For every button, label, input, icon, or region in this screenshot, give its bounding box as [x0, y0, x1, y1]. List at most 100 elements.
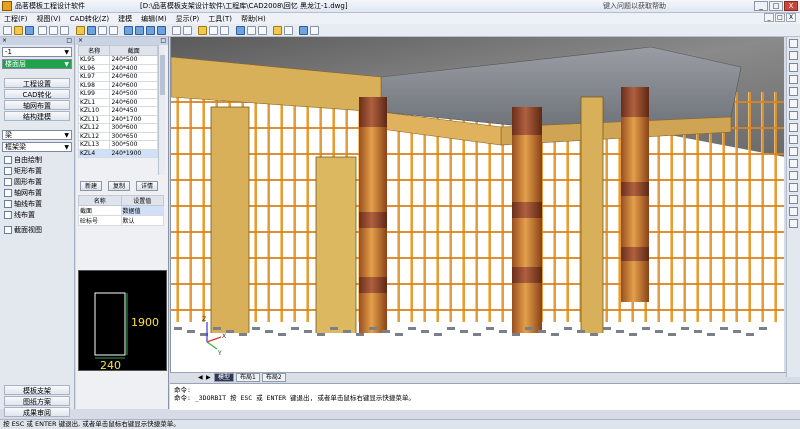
tree-circle-layout[interactable]: 圆形布置 [0, 176, 74, 187]
doc-restore-button[interactable]: □ [775, 13, 785, 22]
wireframe-icon[interactable] [220, 26, 229, 35]
array-tool-icon[interactable] [789, 99, 798, 108]
table-row[interactable]: KL98 240*600 [77, 80, 158, 90]
view-top-icon[interactable] [124, 26, 133, 35]
scale-tool-icon[interactable] [789, 135, 798, 144]
command-window[interactable]: 命令: 命令: _3DORBIT 按 ESC 或 ENTER 键退出, 或者单击… [170, 383, 800, 410]
copy-component-button[interactable]: 复制 [108, 181, 130, 191]
view-front-icon[interactable] [135, 26, 144, 35]
menu-help[interactable]: 帮助(H) [241, 14, 266, 24]
rotate-tool-icon[interactable] [789, 123, 798, 132]
report-icon[interactable] [284, 26, 293, 35]
tab-prev-arrow[interactable]: ◀ [198, 374, 204, 381]
chamfer-tool-icon[interactable] [789, 195, 798, 204]
panel-float-icon[interactable]: □ [66, 37, 72, 45]
tab-model[interactable]: 模型 [214, 373, 235, 382]
stretch-tool-icon[interactable] [789, 147, 798, 156]
table-row[interactable]: KL97 240*600 [77, 72, 158, 82]
column-header-name[interactable]: 名称 [77, 45, 111, 56]
tab-next-arrow[interactable]: ▶ [206, 374, 212, 381]
copy-tool-icon[interactable] [789, 63, 798, 72]
maximize-button[interactable]: □ [769, 1, 783, 11]
details-button[interactable]: 详情 [136, 181, 158, 191]
select-tool-icon[interactable] [789, 39, 798, 48]
structure-model-button[interactable]: 结构建模 [4, 111, 70, 121]
light-icon[interactable] [76, 26, 85, 35]
break-tool-icon[interactable] [789, 183, 798, 192]
print-icon[interactable] [310, 26, 319, 35]
open-folder-icon[interactable] [14, 26, 23, 35]
floor-layer-select[interactable]: 楼面层 ▼ [2, 59, 72, 69]
prop-value-field[interactable]: 数据值 [120, 205, 164, 216]
trim-tool-icon[interactable] [789, 159, 798, 168]
scrollbar-thumb[interactable] [160, 55, 165, 95]
results-review-button[interactable]: 成果审阅 [4, 407, 70, 417]
project-settings-button[interactable]: 工程设置 [4, 78, 70, 88]
table-row[interactable]: KL95 240*500 [77, 55, 158, 65]
tree-axis-layout[interactable]: 轴线布置 [0, 198, 74, 209]
table-row[interactable]: KZL10 240*450 [77, 106, 158, 116]
doc-close-button[interactable]: X [786, 13, 796, 22]
table-row[interactable]: KZL13 300*500 [77, 140, 158, 150]
component-type-select[interactable]: 梁 ▼ [2, 130, 72, 140]
menu-cad-convert[interactable]: CAD转化(Z) [70, 14, 109, 24]
redo-icon[interactable] [258, 26, 267, 35]
close-button[interactable]: X [784, 1, 798, 11]
table-row[interactable]: KZL12 300*650 [77, 131, 158, 141]
cut-icon[interactable] [38, 26, 47, 35]
table-row[interactable]: KL99 240*500 [77, 89, 158, 99]
view-iso-icon[interactable] [157, 26, 166, 35]
new-file-icon[interactable] [3, 26, 12, 35]
measure-icon[interactable] [236, 26, 245, 35]
panel-close-icon[interactable]: × [78, 37, 83, 45]
menu-display[interactable]: 显示(P) [176, 14, 200, 24]
copy-icon[interactable] [49, 26, 58, 35]
table-row[interactable]: KZL1 240*600 [77, 97, 158, 107]
help-search-input[interactable]: 键入问题以获取帮助 [603, 1, 751, 11]
pan-icon[interactable] [87, 26, 96, 35]
orbit-icon[interactable] [109, 26, 118, 35]
export-icon[interactable] [299, 26, 308, 35]
floor-select[interactable]: -1 ▼ [2, 47, 72, 57]
table-row[interactable]: KL96 240*400 [77, 63, 158, 73]
prop-value-field[interactable]: 默认 [120, 215, 164, 226]
menu-tools[interactable]: 工具(T) [208, 14, 232, 24]
component-scrollbar[interactable] [158, 45, 165, 175]
table-row[interactable]: KZL4 240*1900 [77, 148, 158, 158]
properties-icon[interactable] [183, 26, 192, 35]
table-row[interactable]: KZL11 240*1700 [77, 114, 158, 124]
fillet-tool-icon[interactable] [789, 207, 798, 216]
shade-icon[interactable] [209, 26, 218, 35]
cad-convert-button[interactable]: CAD转化 [4, 89, 70, 99]
menu-project[interactable]: 工程(F) [4, 14, 28, 24]
new-component-button[interactable]: 新建 [80, 181, 102, 191]
menu-view[interactable]: 视图(V) [37, 14, 61, 24]
formwork-support-button[interactable]: 模板支架 [4, 385, 70, 395]
tree-free-draw[interactable]: 自由绘制 [0, 154, 74, 165]
tree-section-view[interactable]: 截面视图 [0, 224, 74, 235]
erase-tool-icon[interactable] [789, 51, 798, 60]
tree-grid-layout[interactable]: 轴网布置 [0, 187, 74, 198]
extend-tool-icon[interactable] [789, 171, 798, 180]
table-row[interactable]: KZL12 300*600 [77, 123, 158, 133]
drawing-plan-button[interactable]: 图纸方案 [4, 396, 70, 406]
tree-rect-layout[interactable]: 矩形布置 [0, 165, 74, 176]
tab-layout1[interactable]: 布局1 [236, 373, 260, 382]
mirror-tool-icon[interactable] [789, 75, 798, 84]
undo-icon[interactable] [247, 26, 256, 35]
minimize-button[interactable]: _ [754, 1, 768, 11]
column-header-section[interactable]: 截面 [109, 45, 158, 56]
panel-float-icon[interactable]: □ [160, 37, 166, 45]
menu-modeling[interactable]: 建模 [118, 14, 132, 24]
tree-line-layout[interactable]: 线布置 [0, 209, 74, 220]
tab-layout2[interactable]: 布局2 [261, 373, 286, 382]
doc-minimize-button[interactable]: _ [764, 13, 774, 22]
zoom-icon[interactable] [98, 26, 107, 35]
save-icon[interactable] [25, 26, 34, 35]
menu-edit[interactable]: 编辑(M) [141, 14, 167, 24]
3d-viewport[interactable]: Z X Y [170, 37, 784, 372]
explode-tool-icon[interactable] [789, 219, 798, 228]
layer-icon[interactable] [172, 26, 181, 35]
panel-close-icon[interactable]: × [2, 37, 7, 45]
render-icon[interactable] [198, 26, 207, 35]
